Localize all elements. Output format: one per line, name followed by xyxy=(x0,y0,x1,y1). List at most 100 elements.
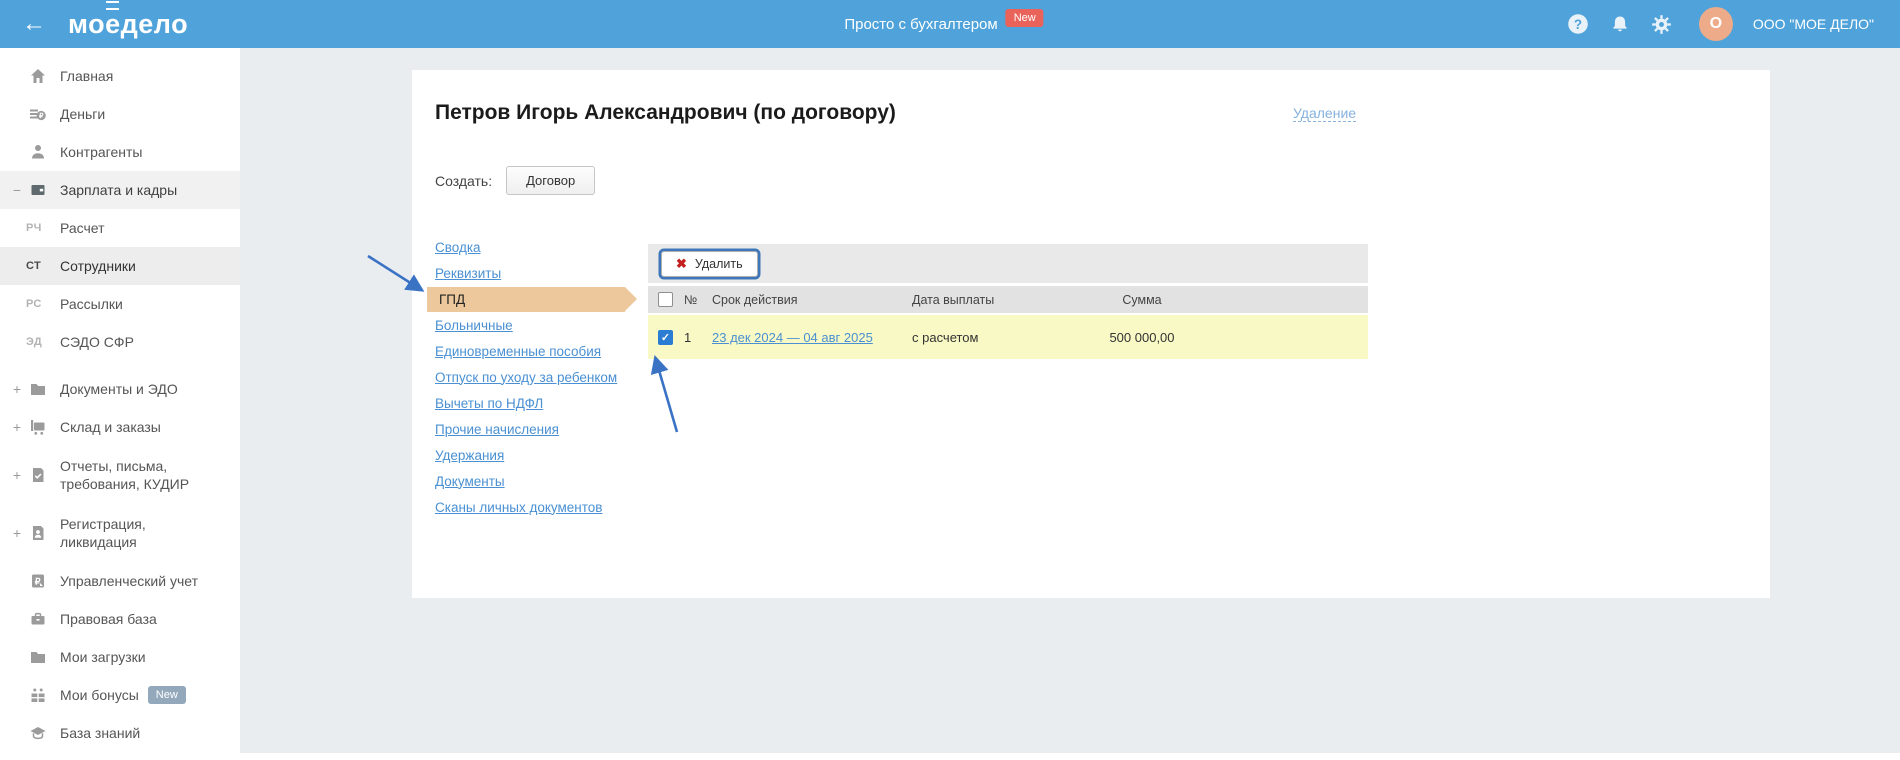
employee-card: Петров Игорь Александрович (по договору)… xyxy=(412,70,1770,598)
sidebar-item-calculation[interactable]: РЧ Расчет xyxy=(0,209,240,247)
sidebar-item-employees[interactable]: СТ Сотрудники xyxy=(0,247,240,285)
create-contract-button[interactable]: Договор xyxy=(506,166,596,195)
sidebar-item-label: Мои бонусы xyxy=(60,686,139,703)
column-header: Дата выплаты xyxy=(912,292,995,307)
sidebar-item-legal-base[interactable]: Правовая база xyxy=(0,600,240,638)
column-header: № xyxy=(684,292,698,307)
folder-icon xyxy=(28,379,48,399)
money-icon: ₽ xyxy=(28,104,48,124)
nav-other-accruals[interactable]: Прочие начисления xyxy=(435,422,559,437)
sidebar-item-label: Рассылки xyxy=(60,295,123,312)
sidebar-item-label: Склад и заказы xyxy=(60,418,161,435)
column-header: Срок действия xyxy=(712,292,798,307)
svg-text:₽: ₽ xyxy=(35,576,41,586)
sidebar-item-label: СЭДО СФР xyxy=(60,333,134,350)
sidebar-item-label: Правовая база xyxy=(60,610,157,627)
delete-button-label: Удалить xyxy=(694,256,743,271)
nav-withholdings[interactable]: Удержания xyxy=(435,448,504,463)
sidebar-item-label: Отчеты, письма, требования, КУДИР xyxy=(60,457,190,492)
payment-type: с расчетом xyxy=(912,329,979,345)
deletion-link[interactable]: Удаление xyxy=(1293,105,1357,122)
nav-summary[interactable]: Сводка xyxy=(435,240,481,255)
sidebar-item-contractors[interactable]: Контрагенты xyxy=(0,133,240,171)
sidebar-item-money[interactable]: ₽ Деньги xyxy=(0,95,240,133)
sidebar: Главная ₽ Деньги Контрагенты − Зарплата … xyxy=(0,48,240,760)
svg-text:?: ? xyxy=(1574,17,1582,32)
nav-sick-leaves[interactable]: Больничные xyxy=(435,318,513,333)
promo-tagline[interactable]: Просто с бухгалтером New xyxy=(844,9,1044,33)
nav-document-scans[interactable]: Сканы личных документов xyxy=(435,500,602,515)
sidebar-item-registration[interactable]: + Регистрация, ликвидация xyxy=(0,504,240,562)
employee-section-nav: Сводка Реквизиты ГПД Больничные Единовре… xyxy=(427,234,645,520)
table-row: 1 23 дек 2024 — 04 авг 2025 с расчетом 5… xyxy=(648,315,1368,359)
sidebar-item-label: База знаний xyxy=(60,724,141,741)
svg-text:₽: ₽ xyxy=(39,112,44,120)
sidebar-item-reports[interactable]: + Отчеты, письма, требования, КУДИР xyxy=(0,446,240,504)
app-logo[interactable]: мо е дело xyxy=(68,0,189,40)
sidebar-item-my-uploads[interactable]: Мои загрузки xyxy=(0,638,240,676)
collapse-expander[interactable]: + xyxy=(10,468,24,482)
collapse-expander[interactable]: + xyxy=(10,382,24,396)
delete-button[interactable]: ✖ Удалить xyxy=(661,250,758,277)
row-number: 1 xyxy=(684,329,692,345)
collapse-expander[interactable]: + xyxy=(10,420,24,434)
downloads-folder-icon xyxy=(28,647,48,667)
row-checkbox[interactable] xyxy=(658,329,673,345)
sidebar-item-label: Зарплата и кадры xyxy=(60,181,178,198)
home-icon xyxy=(28,66,48,86)
nav-gpd-selected[interactable]: ГПД xyxy=(427,286,637,312)
notifications-bell-icon[interactable] xyxy=(1609,13,1631,35)
sidebar-item-label: Контрагенты xyxy=(60,143,143,160)
bottom-strip xyxy=(0,753,1900,760)
collapse-expander[interactable]: − xyxy=(10,183,24,197)
sidebar-item-warehouse[interactable]: + Склад и заказы xyxy=(0,408,240,446)
table-header-row: № Срок действия Дата выплаты Сумма xyxy=(648,286,1368,315)
back-arrow-icon[interactable]: ← xyxy=(22,12,46,36)
sidebar-item-label: Главная xyxy=(60,67,114,84)
sidebar-item-label: Регистрация, ликвидация xyxy=(60,515,146,550)
nav-documents[interactable]: Документы xyxy=(435,474,505,489)
sidebar-item-label: Документы и ЭДО xyxy=(60,380,178,397)
sidebar-item-knowledge-base[interactable]: База знаний xyxy=(0,714,240,752)
abbr-icon: РС xyxy=(26,298,42,310)
wallet-icon xyxy=(28,180,48,200)
user-avatar[interactable]: O xyxy=(1698,7,1733,41)
cart-icon xyxy=(28,417,48,437)
sidebar-item-management-accounting[interactable]: ₽ Управленческий учет xyxy=(0,562,240,600)
table-toolbar: ✖ Удалить xyxy=(648,244,1368,286)
nav-details[interactable]: Реквизиты xyxy=(435,266,501,281)
delete-x-icon: ✖ xyxy=(676,256,687,271)
tagline-text: Просто с бухгалтером xyxy=(844,15,998,33)
abbr-icon: СТ xyxy=(26,260,41,272)
help-icon[interactable]: ? xyxy=(1567,13,1589,35)
column-header: Сумма xyxy=(1122,292,1162,307)
sidebar-item-sedo-sfr[interactable]: ЭД СЭДО СФР xyxy=(0,323,240,361)
registration-icon xyxy=(28,523,48,543)
briefcase-icon xyxy=(28,609,48,629)
top-header: ← мо е дело Просто с бухгалтером New ? O … xyxy=(0,0,1900,48)
sidebar-item-mailings[interactable]: РС Рассылки xyxy=(0,285,240,323)
new-badge: New xyxy=(147,686,186,704)
sidebar-item-label: Мои загрузки xyxy=(60,648,146,665)
select-all-checkbox[interactable] xyxy=(658,292,673,307)
sidebar-item-main[interactable]: Главная xyxy=(0,57,240,95)
gift-icon xyxy=(28,685,48,705)
sidebar-item-my-bonuses[interactable]: Мои бонусы New xyxy=(0,676,240,714)
nav-lump-sum-benefits[interactable]: Единовременные пособия xyxy=(435,344,601,359)
nav-childcare-leave[interactable]: Отпуск по уходу за ребенком xyxy=(435,370,617,385)
contract-period-link[interactable]: 23 дек 2024 — 04 авг 2025 xyxy=(712,330,912,345)
create-row: Создать: Договор xyxy=(435,166,596,195)
gpd-table: ✖ Удалить № Срок действия Дата выплаты С… xyxy=(648,244,1368,359)
logo-text: дело xyxy=(120,8,189,39)
nav-ndfl-deductions[interactable]: Вычеты по НДФЛ xyxy=(435,396,543,411)
sidebar-item-documents-edo[interactable]: + Документы и ЭДО xyxy=(0,370,240,408)
settings-gear-icon[interactable] xyxy=(1651,13,1673,35)
sidebar-item-payroll[interactable]: − Зарплата и кадры xyxy=(0,171,240,209)
collapse-expander[interactable]: + xyxy=(10,526,24,540)
sidebar-item-label: Сотрудники xyxy=(60,257,136,274)
ruble-icon: ₽ xyxy=(28,571,48,591)
logo-text: е xyxy=(105,0,121,39)
sidebar-item-label: Деньги xyxy=(60,105,106,122)
abbr-icon: ЭД xyxy=(26,336,42,348)
account-name[interactable]: ООО "МОЕ ДЕЛО" xyxy=(1753,16,1874,32)
